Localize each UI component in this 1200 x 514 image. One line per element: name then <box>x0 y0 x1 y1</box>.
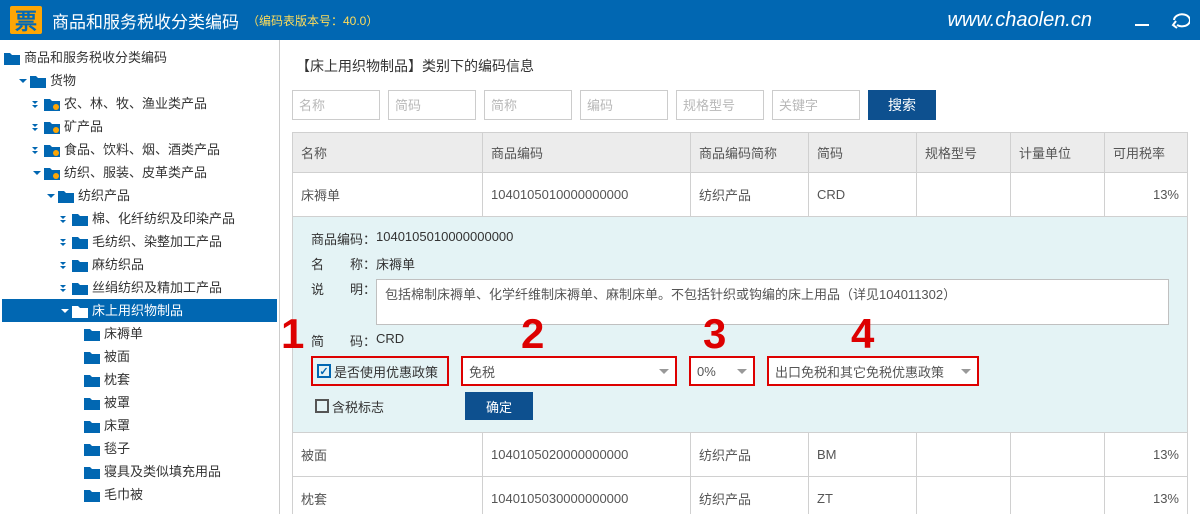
ok-button[interactable]: 确定 <box>465 392 533 420</box>
tree-item[interactable]: 农、林、牧、渔业类产品 <box>2 92 277 115</box>
tree-item[interactable]: 毛巾被 <box>2 483 277 506</box>
detail-abbr-label: 简 码： <box>311 331 376 350</box>
policy-select[interactable]: 免税 <box>461 356 677 386</box>
caret-open-icon <box>16 74 30 88</box>
use-policy-label: 是否使用优惠政策 <box>334 362 438 381</box>
use-policy-checkbox[interactable] <box>317 364 331 378</box>
title-bar: 票 商品和服务税收分类编码 （编码表版本号：40.0） www.chaolen.… <box>0 0 1200 40</box>
logo: 票 <box>10 6 42 34</box>
th-name: 名称 <box>293 133 483 173</box>
tax-included-label: 含税标志 <box>332 397 384 416</box>
detail-desc-val[interactable]: 包括棉制床褥单、化学纤维制床褥单、麻制床单。不包括针织或钩编的床上用品（详见10… <box>376 279 1169 325</box>
filter-spec[interactable] <box>676 90 764 120</box>
rate-select[interactable]: 0% <box>689 356 755 386</box>
tree-item[interactable]: 毛纺织、染整加工产品 <box>2 230 277 253</box>
site-url: www.chaolen.cn <box>947 9 1092 32</box>
annotation-2: 2 <box>521 310 544 358</box>
policy-detail-select[interactable]: 出口免税和其它免税优惠政策 <box>767 356 979 386</box>
annotation-1: 1 <box>281 310 304 358</box>
annotation-3: 3 <box>703 310 726 358</box>
tree-item[interactable]: 被面 <box>2 345 277 368</box>
search-button[interactable]: 搜索 <box>868 90 936 120</box>
th-code: 商品编码 <box>483 133 691 173</box>
detail-name-label: 名 称： <box>311 254 376 273</box>
version-label: （编码表版本号：40.0） <box>247 12 378 29</box>
detail-code-label: 商品编码： <box>311 229 376 248</box>
detail-code-val: 1040105010000000000 <box>376 229 513 244</box>
filter-bar: 搜索 <box>292 90 1188 120</box>
double-caret-icon <box>30 97 44 111</box>
detail-desc-label: 说 明： <box>311 279 376 298</box>
tree-item[interactable]: 毯子 <box>2 437 277 460</box>
tree-pane[interactable]: 商品和服务税收分类编码 货物 农、林、牧、渔业类产品 矿产品 食品、饮料、烟、酒 <box>0 40 280 514</box>
filter-name[interactable] <box>292 90 380 120</box>
tree-item[interactable]: 枕套 <box>2 368 277 391</box>
filter-code[interactable] <box>580 90 668 120</box>
annotation-4: 4 <box>851 310 874 358</box>
filter-keyword[interactable] <box>772 90 860 120</box>
table-row[interactable]: 被面 1040105020000000000 纺织产品 BM 13% <box>293 433 1188 477</box>
detail-panel: 商品编码： 1040105010000000000 名 称： 床褥单 说 明： … <box>292 217 1188 433</box>
tree-root[interactable]: 商品和服务税收分类编码 <box>2 46 277 69</box>
th-rate: 可用税率 <box>1105 133 1188 173</box>
tree-item[interactable]: 丝绢纺织及精加工产品 <box>2 276 277 299</box>
minimize-icon[interactable] <box>1132 10 1152 30</box>
tree-item-selected[interactable]: 床上用织物制品 <box>2 299 277 322</box>
tree-item[interactable]: 床罩 <box>2 414 277 437</box>
tree-item[interactable]: 麻纺织品 <box>2 253 277 276</box>
th-abbr: 简码 <box>809 133 917 173</box>
detail-abbr-val: CRD <box>376 331 404 346</box>
use-policy-checkbox-wrap[interactable]: 是否使用优惠政策 <box>311 356 449 386</box>
content-title: 【床上用织物制品】类别下的编码信息 <box>296 56 1188 76</box>
tax-included-checkbox[interactable] <box>315 399 329 413</box>
th-spec: 规格型号 <box>917 133 1011 173</box>
page-title: 商品和服务税收分类编码 <box>52 8 239 33</box>
tree-item[interactable]: 食品、饮料、烟、酒类产品 <box>2 138 277 161</box>
filter-abbr[interactable] <box>388 90 476 120</box>
tree-item[interactable]: 矿产品 <box>2 115 277 138</box>
tree-item[interactable]: 寝具及类似填充用品 <box>2 460 277 483</box>
filter-short[interactable] <box>484 90 572 120</box>
tree-item[interactable]: 纺织产品 <box>2 184 277 207</box>
code-table-continued: 被面 1040105020000000000 纺织产品 BM 13% 枕套 10… <box>292 433 1188 514</box>
th-unit: 计量单位 <box>1011 133 1105 173</box>
content-pane: 【床上用织物制品】类别下的编码信息 搜索 名称 商品编码 商品编码简称 简码 规… <box>280 40 1200 514</box>
table-row[interactable]: 枕套 1040105030000000000 纺织产品 ZT 13% <box>293 477 1188 514</box>
tree-item[interactable]: 床褥单 <box>2 322 277 345</box>
code-table: 名称 商品编码 商品编码简称 简码 规格型号 计量单位 可用税率 床褥单 104… <box>292 132 1188 217</box>
detail-name-val: 床褥单 <box>376 254 415 273</box>
tree-goods[interactable]: 货物 <box>2 69 277 92</box>
table-row[interactable]: 床褥单 1040105010000000000 纺织产品 CRD 13% <box>293 173 1188 217</box>
th-short: 商品编码简称 <box>691 133 809 173</box>
tree-item[interactable]: 棉、化纤纺织及印染产品 <box>2 207 277 230</box>
back-icon[interactable] <box>1170 10 1190 30</box>
tree-item[interactable]: 被罩 <box>2 391 277 414</box>
tree-item[interactable]: 纺织、服装、皮革类产品 <box>2 161 277 184</box>
